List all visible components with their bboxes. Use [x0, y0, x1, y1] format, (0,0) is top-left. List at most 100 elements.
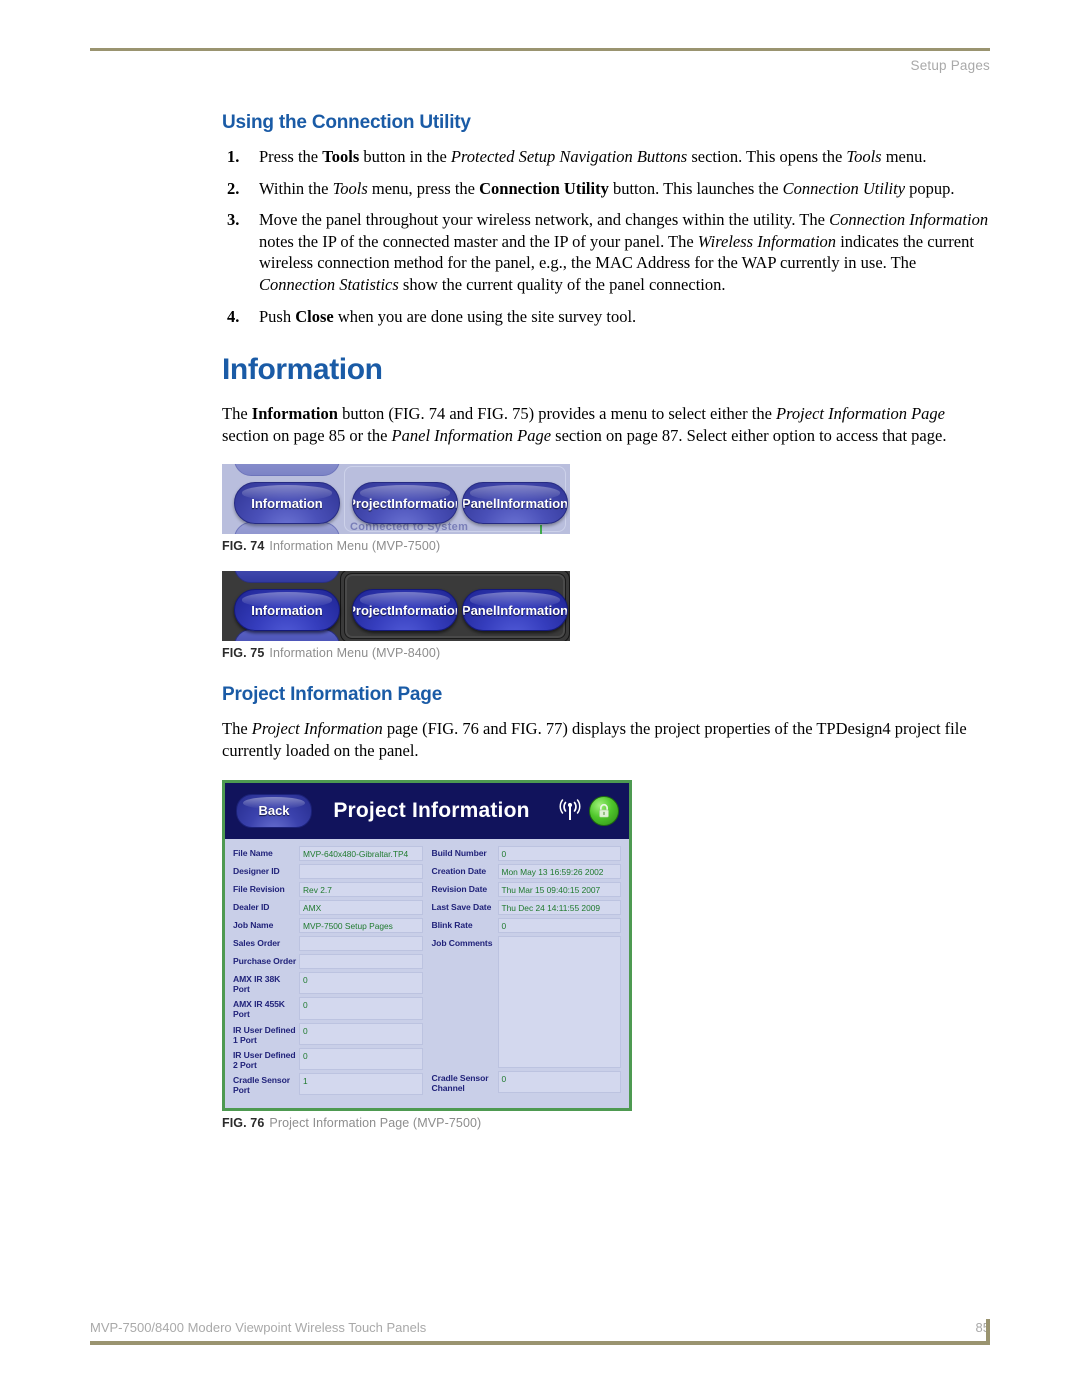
panel-left-column: File Name MVP-640x480-Gibraltar.TP4 Design… — [233, 845, 423, 1099]
figure-76-label: FIG. 76 — [222, 1116, 265, 1131]
button-label-line: Panel — [462, 602, 497, 618]
panel-field-label: Creation Date — [431, 865, 487, 876]
panel-field-value[interactable]: Mon May 13 16:59:26 2002 — [497, 863, 621, 879]
button-label-line: Information — [391, 495, 458, 511]
panel-field-row: Blink Rate 0 — [431, 918, 621, 934]
button-information-74[interactable]: Information — [234, 482, 340, 525]
panel-field-value[interactable]: 0 — [299, 997, 423, 1020]
panel-field-label: File Revision — [233, 883, 285, 894]
button-panel-information-75[interactable]: Panel Information — [462, 589, 568, 632]
footer-rule — [90, 1319, 990, 1345]
heading-information: Information — [222, 353, 383, 387]
panel-field-value[interactable]: 0 — [299, 972, 423, 995]
back-button-label: Back — [258, 803, 290, 819]
text-run: Connection Statistics — [259, 275, 399, 295]
wifi-antenna-icon — [557, 798, 583, 824]
text-run: notes the IP of the connected master and… — [259, 231, 698, 251]
panel-field-row: Purchase Order — [233, 954, 423, 970]
panel-field-row: AMX IR 38K Port 0 — [233, 972, 423, 995]
text-run: Wireless Information — [697, 231, 837, 251]
text-run: Move the panel throughout your wireless … — [259, 210, 830, 230]
panel-field-label: Dealer ID — [233, 901, 270, 912]
panel-field-label: IR User Defined 1 Port — [233, 1024, 296, 1045]
step-number: 3. — [227, 210, 240, 230]
button-panel-information-74[interactable]: Panel Information — [462, 482, 568, 525]
panel-field-row: Job Name MVP-7500 Setup Pages — [233, 917, 423, 934]
panel-field-label: AMX IR 455K Port — [233, 999, 285, 1020]
button-project-information-74[interactable]: ProjectInformation — [352, 482, 458, 525]
button-project-information-75[interactable]: ProjectInformation — [352, 589, 458, 632]
panel-field-label: Blink Rate — [431, 920, 473, 931]
partial-button-bottom — [234, 629, 340, 642]
partial-button-bottom — [234, 522, 340, 535]
button-information-75[interactable]: Information — [234, 589, 340, 632]
panel-field-value[interactable]: Rev 2.7 — [299, 881, 423, 897]
panel-field-row: AMX IR 455K Port 0 — [233, 997, 423, 1020]
panel-field-row: Creation Date Mon May 13 16:59:26 2002 — [431, 863, 621, 879]
back-button[interactable]: Back — [236, 793, 312, 828]
panel-field-value[interactable]: Thu Mar 15 09:40:15 2007 — [497, 881, 621, 897]
text-run: Protected Setup Navigation Buttons — [450, 147, 688, 166]
panel-field-row: File Revision Rev 2.7 — [233, 881, 423, 897]
project-information-panel: Back Project Information File Name MVP-6… — [222, 779, 632, 1112]
page-header: Setup Pages — [90, 48, 990, 73]
panel-field-row: Designer ID — [233, 863, 423, 879]
text-run: show the current quality of the panel co… — [398, 275, 726, 295]
text-run: Connection Utility — [782, 178, 906, 198]
text-run: Press the — [259, 147, 323, 166]
figure-76-caption: FIG. 76 Project Information Page (MVP-750… — [222, 1116, 994, 1130]
panel-field-label: Sales Order — [233, 938, 281, 949]
panel-field-value[interactable] — [299, 954, 423, 970]
panel-field-value[interactable] — [299, 936, 423, 952]
step-number: 1. — [227, 147, 240, 166]
panel-field-row: IR User Defined 1 Port 0 — [233, 1022, 423, 1045]
panel-field-value[interactable]: AMX — [299, 899, 423, 915]
partial-button-top — [234, 464, 340, 477]
step-number: 4. — [227, 306, 240, 326]
panel-field-value[interactable] — [299, 863, 423, 879]
panel-field-value[interactable]: 1 — [299, 1073, 423, 1096]
text-run: section. This opens the — [687, 147, 847, 166]
text-run: Tools — [846, 147, 882, 166]
panel-field-row: Cradle Sensor Port 1 — [233, 1073, 423, 1096]
text-run: Project Information Page — [776, 404, 945, 424]
figure-75-label: FIG. 75 — [222, 646, 265, 661]
panel-field-value[interactable]: 0 — [497, 845, 621, 861]
panel-field-value[interactable]: MVP-7500 Setup Pages — [299, 917, 423, 934]
running-head: Setup Pages — [910, 58, 990, 73]
panel-field-value[interactable]: 0 — [299, 1047, 423, 1071]
figure-74-caption: FIG. 74 Information Menu (MVP-7500) — [222, 539, 994, 553]
paragraph-project-information: The Project Information page (FIG. 76 an… — [222, 718, 994, 761]
figure-74: Connected to System Information ProjectI… — [222, 464, 994, 553]
button-label-line: Information — [391, 602, 458, 618]
figure-74-text: Information Menu (MVP-7500) — [269, 539, 441, 554]
panel-field-value[interactable]: 0 — [497, 1071, 621, 1094]
page-content: Using the Connection Utility 1. Press the… — [222, 112, 994, 1130]
panel-field-value[interactable]: 0 — [299, 1022, 423, 1045]
figure-74-label: FIG. 74 — [222, 539, 265, 554]
figure-75: Information ProjectInformation PanelInfo… — [222, 571, 994, 660]
text-run: when you are done using the site survey … — [333, 306, 637, 326]
step-number: 2. — [227, 178, 240, 198]
panel-right-column: Build Number 0 Creation Date Mon May 13 16:… — [431, 845, 621, 1099]
panel-header: Back Project Information — [225, 782, 629, 839]
button-label-line: Information — [496, 602, 568, 618]
step-item: 4. Push Close when you are done using the… — [222, 306, 994, 328]
paragraph-information: The Information button (FIG. 74 and FIG.… — [222, 403, 994, 446]
panel-field-value[interactable] — [497, 936, 621, 1069]
panel-body: File Name MVP-640x480-Gibraltar.TP4 Design… — [225, 839, 629, 1109]
panel-field-value[interactable]: Thu Dec 24 14:11:55 2009 — [497, 899, 621, 916]
text-run: button. This launches the — [608, 178, 783, 198]
panel-field-label: Job Comments — [431, 938, 493, 949]
text-run: button in the — [359, 147, 451, 166]
text-run: Close — [295, 306, 334, 326]
text-run: section on page 87. Select either option… — [551, 425, 947, 445]
panel-field-row: IR User Defined 2 Port 0 — [233, 1047, 423, 1071]
step-item: 2. Within the Tools menu, press the Conne… — [222, 178, 994, 200]
panel-field-value[interactable]: 0 — [497, 918, 621, 934]
text-run: Tools — [332, 178, 368, 198]
panel-field-row: File Name MVP-640x480-Gibraltar.TP4 — [233, 845, 423, 861]
panel-field-value[interactable]: MVP-640x480-Gibraltar.TP4 — [299, 845, 423, 861]
button-label-line: Information — [496, 495, 568, 511]
figure-76: Back Project Information File Name MVP-6… — [222, 779, 994, 1130]
